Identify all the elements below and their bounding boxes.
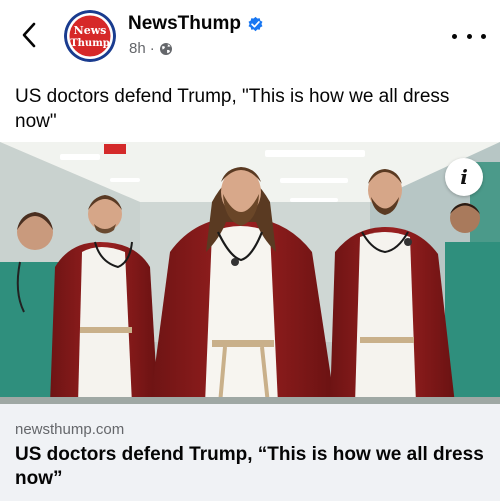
post-text: US doctors defend Trump, "This is how we… (15, 86, 450, 132)
link-preview-card[interactable]: newsthump.com US doctors defend Trump, “… (0, 404, 500, 501)
post-header: News Thump NewsThump 8h · (0, 0, 500, 70)
svg-text:Thump: Thump (70, 38, 110, 49)
timestamp[interactable]: 8h (129, 40, 146, 57)
globe-icon (159, 42, 172, 55)
hospital-hallway-illustration (0, 142, 500, 404)
post-image[interactable] (0, 142, 500, 404)
page-name-row: NewsThump (128, 13, 264, 35)
chevron-left-icon (22, 22, 36, 48)
image-info-button[interactable]: i (445, 158, 483, 196)
newsthump-logo: News Thump (64, 10, 116, 62)
more-dot (466, 33, 472, 39)
svg-text:News: News (74, 24, 107, 37)
more-options-button[interactable] (452, 28, 486, 44)
more-dot (481, 33, 486, 39)
info-icon: i (460, 165, 468, 189)
post-meta: 8h · (129, 40, 173, 57)
more-dot (452, 33, 457, 39)
meta-separator: · (149, 40, 155, 57)
back-button[interactable] (14, 18, 44, 52)
page-avatar[interactable]: News Thump (64, 10, 116, 62)
link-title: US doctors defend Trump, “This is how we… (15, 444, 484, 489)
page-name[interactable]: NewsThump (128, 13, 241, 35)
link-domain: newsthump.com (15, 421, 125, 438)
verified-badge-icon (248, 16, 263, 31)
